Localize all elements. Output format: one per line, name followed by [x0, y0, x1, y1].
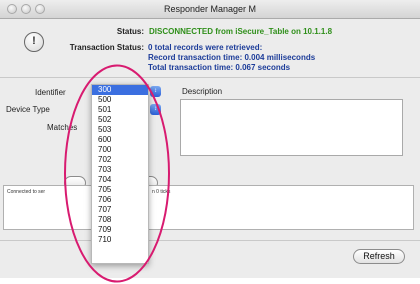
log-line-start: Connected to ser [7, 189, 46, 195]
window-title: Responder Manager M [163, 4, 257, 14]
transaction-line-1: 0 total records were retrieved: [148, 43, 263, 52]
description-field[interactable] [180, 99, 403, 156]
status-label: Status: [116, 27, 144, 36]
highlight-ellipse-stroke [64, 64, 170, 283]
refresh-button[interactable]: Refresh [353, 249, 405, 264]
title-bar: Responder Manager M [0, 0, 420, 19]
highlight-ellipse [64, 64, 170, 283]
device-type-label: Device Type [6, 105, 50, 114]
status-value: DISCONNECTED from iSecure_Table on 10.1.… [149, 27, 333, 36]
description-label: Description [182, 87, 223, 96]
transaction-line-2: Record transaction time: 0.004 milliseco… [148, 53, 316, 62]
transaction-status-label: Transaction Status: [69, 43, 144, 52]
alert-icon: ! [24, 32, 44, 52]
